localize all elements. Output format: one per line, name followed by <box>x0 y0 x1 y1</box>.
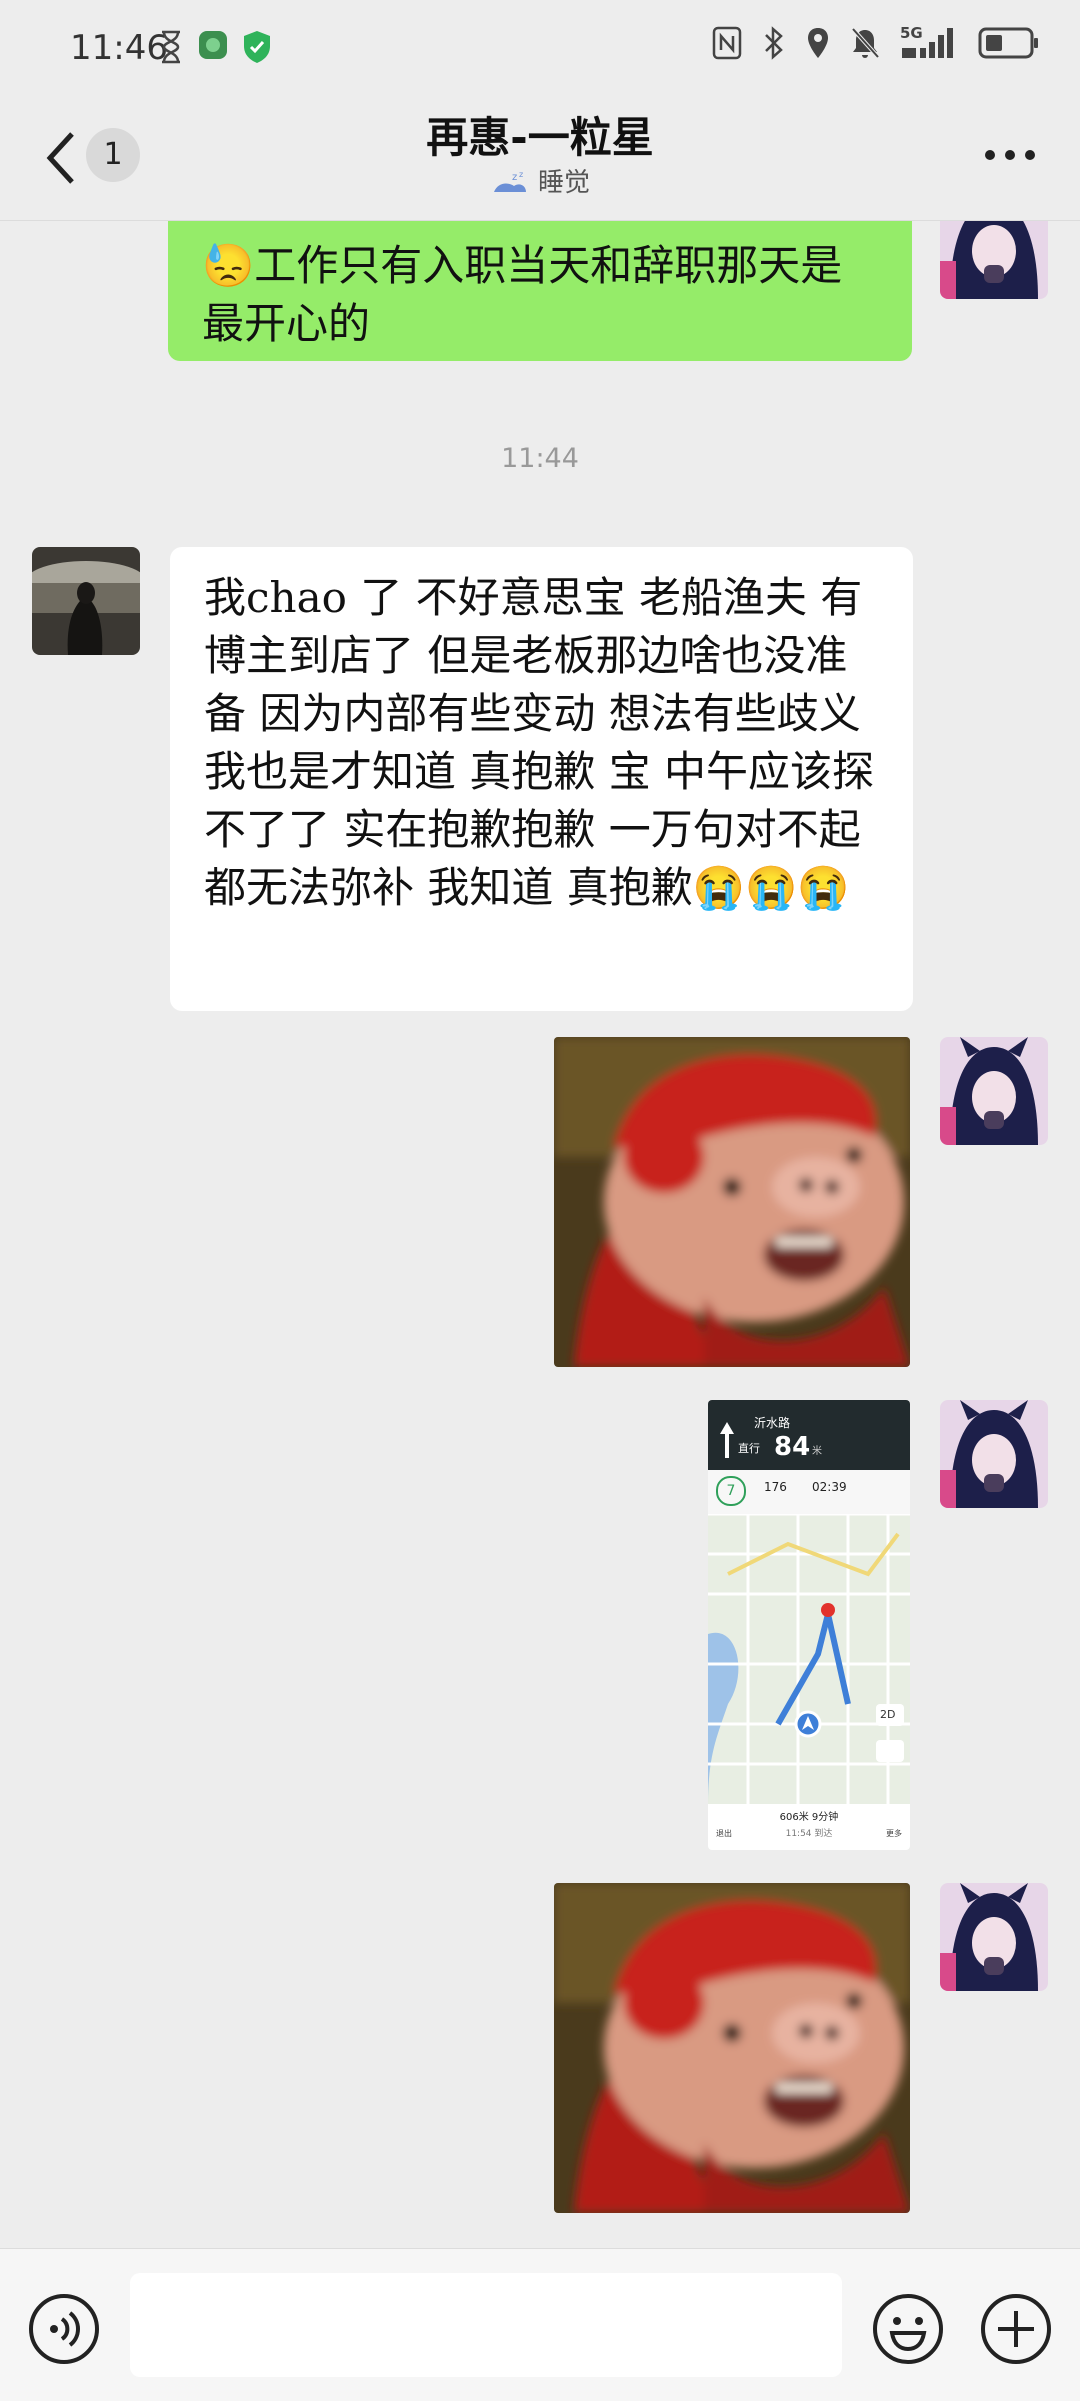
navigation-screenshot-message[interactable]: 沂水路 直行 84 米 7 176 02:39 2D 退出 606米 9分钟 1… <box>708 1400 910 1850</box>
status-icons: 5G <box>712 24 1040 60</box>
nav-view-mode: 2D <box>880 1708 896 1721</box>
battery-icon <box>978 27 1038 59</box>
more-functions-plus-button[interactable] <box>980 2293 1052 2365</box>
nav-map <box>708 1514 910 1804</box>
nav-eta: 11:54 到达 <box>785 1829 833 1839</box>
nav-stat-b: 02:39 <box>812 1480 847 1494</box>
pig-sticker-message[interactable] <box>554 1037 910 1367</box>
message-timestamp: 11:44 <box>501 443 579 474</box>
nav-distance: 84 <box>774 1432 811 1462</box>
shield-icon <box>244 31 270 63</box>
contact-avatar[interactable] <box>32 547 140 655</box>
red-pig-sticker <box>554 1037 910 1367</box>
hourglass-icon <box>162 30 180 64</box>
status-bar: 11:46 5G <box>0 0 1080 100</box>
my-avatar[interactable] <box>940 221 1048 299</box>
chat-message-list[interactable]: 😓工作只有入职当天和辞职那天是最开心的 11:44 我chao 了 不好意思宝 … <box>0 221 1080 2247</box>
status-text: 睡觉 <box>537 168 590 198</box>
nav-speed: 7 <box>716 1476 746 1506</box>
nav-road-name: 沂水路 <box>754 1416 791 1430</box>
input-bar <box>0 2248 1080 2401</box>
my-avatar[interactable] <box>940 1037 1048 1145</box>
pig-sticker-message[interactable] <box>554 1883 910 2213</box>
svg-text:z: z <box>519 170 523 179</box>
nfc-icon <box>712 26 742 60</box>
svg-text:z: z <box>512 172 517 183</box>
nav-summary: 606米 9分钟 <box>779 1812 839 1823</box>
status-time: 11:46 <box>70 28 168 68</box>
nav-distance-unit: 米 <box>812 1446 822 1457</box>
cellular-signal-icon: 5G <box>900 24 958 60</box>
sleep-status-icon: z z <box>493 170 526 192</box>
chat-title[interactable]: 再惠-一粒星 <box>0 104 1080 165</box>
location-icon <box>808 28 828 58</box>
status-subtitle: z z 睡觉 <box>0 162 1080 199</box>
nav-info-row: 7 176 02:39 <box>708 1470 910 1514</box>
nav-bottom-bar: 退出 606米 9分钟 11:54 到达 更多 <box>708 1804 910 1850</box>
emoji-button[interactable] <box>872 2293 944 2365</box>
nav-more-label: 更多 <box>886 1829 902 1838</box>
my-avatar[interactable] <box>940 1400 1048 1508</box>
arrow-up-icon <box>720 1422 734 1458</box>
nav-stat-a: 176 <box>764 1480 787 1494</box>
message-text-input[interactable] <box>130 2273 842 2377</box>
nav-top-banner: 沂水路 直行 84 米 <box>708 1400 910 1470</box>
bluetooth-icon <box>765 26 783 60</box>
red-pig-sticker <box>554 1883 910 2213</box>
more-options-button[interactable] <box>980 140 1040 170</box>
voice-input-button[interactable] <box>28 2293 100 2365</box>
app-notification-icon <box>199 31 227 59</box>
message-bubble-received[interactable]: 我chao 了 不好意思宝 老船渔夫 有博主到店了 但是老板那边啥也没准备 因为… <box>170 547 913 1011</box>
mute-bell-icon <box>851 27 880 59</box>
my-avatar[interactable] <box>940 1883 1048 1991</box>
nav-direct-label: 直行 <box>738 1442 760 1455</box>
message-bubble-sent[interactable]: 😓工作只有入职当天和辞职那天是最开心的 <box>168 221 912 361</box>
